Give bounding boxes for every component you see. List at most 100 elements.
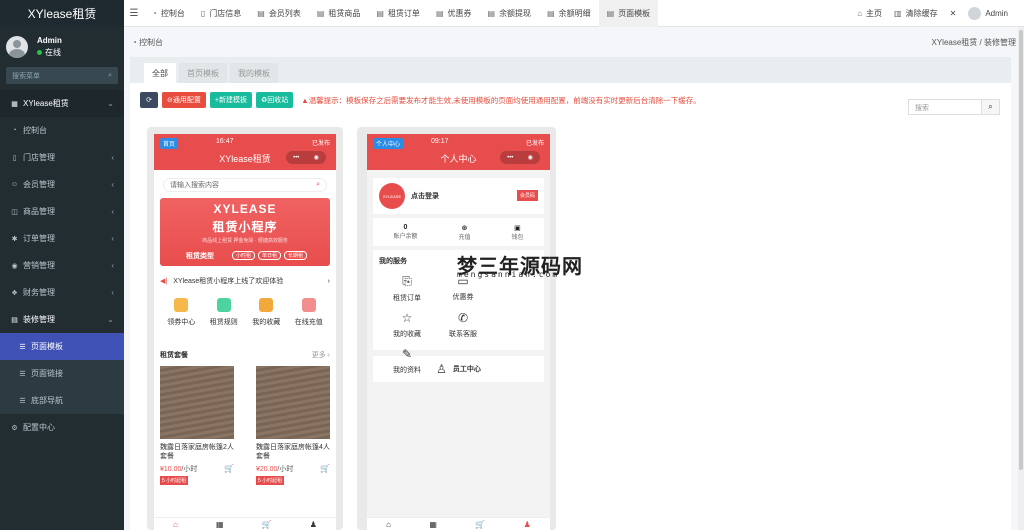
list-icon: ▤: [606, 8, 615, 18]
tab-withdraw[interactable]: ▤ 余额提现: [480, 0, 540, 27]
refresh-icon: ⟳: [146, 97, 152, 104]
chevron-left-icon: ‹: [111, 207, 114, 216]
sidebar-item-order[interactable]: ✱ 订单管理 ‹: [0, 225, 124, 252]
sidebar-item-marketing[interactable]: ◉ 营销管理 ‹: [0, 252, 124, 279]
menu-toggle-icon[interactable]: ☰: [124, 8, 144, 19]
store-icon: ▯: [200, 8, 206, 18]
finance-icon: ❖: [11, 289, 18, 297]
search-icon: ⌕: [316, 181, 320, 188]
tab-store-info[interactable]: ▯ 门店信息: [193, 0, 249, 27]
tab-all[interactable]: 全部: [144, 63, 176, 83]
sidebar-item-goods[interactable]: ◫ 商品管理 ‹: [0, 198, 124, 225]
category-icon: ▦: [429, 519, 437, 529]
user-name: Admin: [37, 36, 62, 45]
tab-page-template[interactable]: ▤ 页面模板: [598, 0, 659, 27]
avatar: [6, 36, 28, 58]
tab-balance-detail[interactable]: ▤ 余额明细: [539, 0, 599, 27]
home-link[interactable]: ⌂ 主页: [851, 0, 888, 27]
tab-member-list[interactable]: ▤ 会员列表: [249, 0, 309, 27]
phone-icon: ✆: [457, 311, 469, 325]
sidebar-item-decor[interactable]: ▤ 装修管理 ⌄: [0, 306, 124, 333]
icon-grid: 领券中心 租赁规则 我的收藏 在线充值: [160, 298, 330, 340]
chevron-down-icon: ⌄: [107, 99, 114, 108]
user-status: 在线: [45, 48, 61, 57]
tab-rent-goods[interactable]: ▤ 租赁商品: [309, 0, 369, 27]
product-image: [160, 366, 234, 439]
cart-icon: 🛒: [320, 464, 330, 473]
list-icon: ☰: [19, 397, 26, 405]
home-icon: ⌂: [173, 519, 178, 529]
tab-dashboard[interactable]: ◔ 控制台: [144, 0, 193, 27]
capsule-icon: ••• ◉: [286, 151, 326, 164]
capsule-icon: ••• ◉: [500, 151, 540, 164]
star-icon: ☆: [401, 311, 413, 325]
clear-cache-button[interactable]: ▥ 清除缓存: [888, 0, 944, 27]
sidebar-item-dashboard[interactable]: ◔ 控制台: [0, 117, 124, 144]
trash-icon: ▥: [894, 8, 902, 18]
sidebar-item-member[interactable]: ☺ 会员管理 ‹: [0, 171, 124, 198]
recycle-bin-button[interactable]: ♻ 回收站: [255, 92, 294, 108]
recharge-icon: ⊛: [461, 224, 468, 232]
sidebar-item-bottom-nav[interactable]: ☰ 底部导航: [0, 387, 124, 414]
list-icon: ▤: [376, 8, 384, 18]
gear-icon: ⚙: [11, 424, 18, 432]
phone-tabbar: ⌂ ▦ 🛒 ♟: [154, 517, 336, 530]
cart-icon: 🛒: [261, 519, 272, 529]
tab-rent-orders[interactable]: ▤ 租赁订单: [368, 0, 428, 27]
fullscreen-icon[interactable]: ✕: [944, 0, 963, 27]
store-icon: ▯: [12, 154, 17, 162]
tab-home-template[interactable]: 首页模板: [179, 63, 227, 83]
sidebar-item-page-template[interactable]: ☰ 页面模板: [0, 333, 124, 360]
notice-bar: ◀| XYlease租赁小程序上线了欢迎体验 ›: [160, 277, 330, 286]
list-icon: ☰: [19, 370, 26, 378]
list-icon: ▤: [257, 8, 265, 18]
warning-text: 温馨提示：模板保存之后需要发布才能生效,未使用模板的页面均使用通用配置，前端没有…: [308, 95, 701, 105]
profile-icon: ✎: [401, 347, 413, 361]
chevron-left-icon: ‹: [111, 153, 114, 162]
product-card: 魏露日落家庭房帐篷2人套餐 ¥10.00/小时 🛒 5 小时起租: [160, 366, 234, 485]
admin-menu[interactable]: Admin: [962, 0, 1014, 27]
user-panel: Admin 在线: [0, 27, 124, 67]
chevron-left-icon: ‹: [111, 180, 114, 189]
sidebar-search-input[interactable]: 搜索菜单 ⌕: [6, 67, 118, 84]
profile-icon: ♟: [523, 519, 531, 529]
login-card: XYLEASE 点击登录 会员码: [373, 178, 544, 214]
new-template-button[interactable]: + 新建模板: [209, 92, 252, 108]
recharge-icon: [301, 298, 316, 312]
sidebar-item-page-link[interactable]: ☰ 页面链接: [0, 360, 124, 387]
dashboard-icon: ◔: [152, 8, 157, 18]
general-config-button[interactable]: ⊖ 通用配置: [162, 92, 206, 108]
watermark-url: mengsannian.com: [457, 270, 560, 279]
sidebar: XYlease租赁 Admin 在线 搜索菜单 ⌕ ▦ XYlease租赁 ⌄ ◔ 控制…: [0, 0, 124, 530]
chevron-right-icon: ›: [327, 277, 330, 285]
category-icon: ▦: [216, 519, 224, 529]
search-icon: ⌕: [988, 102, 993, 111]
refresh-button[interactable]: ⟳: [140, 92, 158, 108]
sidebar-item-store[interactable]: ▯ 门店管理 ‹: [0, 144, 124, 171]
search-button[interactable]: ⌕: [981, 99, 1000, 115]
coupon-center-icon: [174, 298, 189, 312]
avatar: [968, 6, 982, 20]
list-icon: ▤: [547, 8, 555, 18]
sidebar-item-finance[interactable]: ❖ 财务管理 ‹: [0, 279, 124, 306]
scrollbar-thumb[interactable]: [1019, 30, 1023, 470]
breadcrumb-link[interactable]: XYlease租赁: [932, 38, 978, 47]
logo: XYLEASE: [379, 183, 405, 209]
tab-my-template[interactable]: 我的模板: [230, 63, 278, 83]
sidebar-item-config[interactable]: ⚙ 配置中心: [0, 414, 124, 441]
favorites-icon: [259, 298, 274, 312]
order-icon: ✱: [11, 235, 18, 243]
top-navbar: ☰ ◔ 控制台 ▯ 门店信息 ▤ 会员列表 ▤ 租赁商品 ▤ 租赁订单 ▤ 优惠券 ▤ 余额提…: [124, 0, 1024, 27]
cart-icon: 🛒: [475, 519, 486, 529]
phone-preview-home: 首页 16:47 已发布 XYlease租赁 ••• ◉ 请输入搜索内容 ⌕ XYL…: [154, 134, 336, 530]
grid-icon: ▦: [11, 100, 18, 108]
tab-coupons[interactable]: ▤ 优惠券: [428, 0, 480, 27]
sidebar-item-xylease[interactable]: ▦ XYlease租赁 ⌄: [0, 90, 124, 117]
chevron-left-icon: ‹: [111, 234, 114, 243]
phone-preview-profile: 个人中心 09:17 已发布 个人中心 ••• ◉ XYLEASE 点击登录 会员…: [367, 134, 550, 530]
box-icon: ◫: [11, 208, 18, 216]
list-icon: ☰: [19, 343, 26, 351]
phone-tabbar: ⌂ ▦ 🛒 ♟: [367, 517, 550, 530]
wallet-icon: ▣: [514, 224, 521, 232]
chevron-left-icon: ‹: [111, 288, 114, 297]
